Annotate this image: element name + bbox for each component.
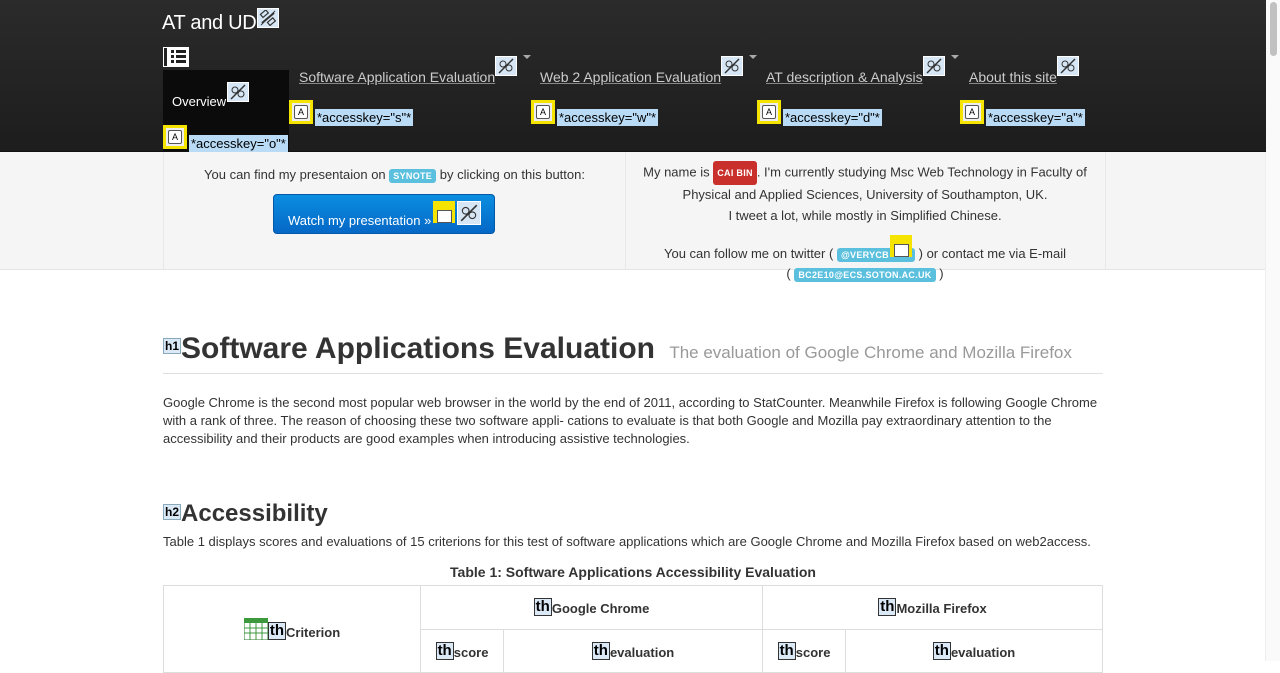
accesskey-label: *accesskey="s"* <box>315 109 414 126</box>
brand-label: AT and UD <box>162 12 257 34</box>
nav-item-label: Overview <box>172 94 227 109</box>
link-icon <box>1056 56 1079 76</box>
table-icon <box>243 617 269 641</box>
evaluation-table: th Criterion th Google Chrome th Mozilla Fi… <box>163 585 1103 673</box>
header-mozilla-firefox: th Mozilla Firefox <box>762 585 1103 630</box>
accesskey-hint-web2: A *accesskey="w"* <box>531 97 659 126</box>
link-icon <box>495 56 518 76</box>
external-link-icon <box>890 235 912 257</box>
name-badge: CAI BIN <box>713 161 757 185</box>
header-firefox-score: th score <box>762 628 846 673</box>
name-text: My name is CAI BIN. I'm currently studyi… <box>633 161 1097 205</box>
accesskey-label: *accesskey="o"* <box>189 135 288 152</box>
chevron-down-icon <box>749 55 758 60</box>
accesskey-hint-overview: A *accesskey="o"* <box>163 121 288 152</box>
nav-item-software-evaluation[interactable]: Software Application Evaluation <box>299 55 532 85</box>
accesskey-label: *accesskey="a"* <box>986 109 1085 126</box>
accesskey-label: *accesskey="d"* <box>783 109 882 126</box>
th-tag-label: th <box>591 641 610 660</box>
scrollbar-thumb[interactable] <box>1270 2 1277 56</box>
header-criterion: th Criterion <box>163 585 421 673</box>
keyboard-icon: A <box>757 99 781 124</box>
presentation-panel: You can find my presentaion on SYNOTE by… <box>163 151 626 269</box>
tweet-text: I tweet a lot, while mostly in Simplifie… <box>728 208 1002 223</box>
table-caption: Table 1: Software Applications Accessibi… <box>450 564 816 580</box>
th-tag-label: th <box>878 598 897 617</box>
keyboard-icon: A <box>960 99 984 124</box>
nav-item-about[interactable]: About this site <box>969 56 1079 85</box>
site-brand[interactable]: AT and UD <box>162 8 280 35</box>
follow-text: You can follow me on twitter ( @VERYCB )… <box>663 246 1066 262</box>
th-tag-label: th <box>777 641 796 660</box>
nav-item-label: Software Application Evaluation <box>299 69 496 85</box>
list-icon[interactable] <box>163 47 189 67</box>
th-tag-label: th <box>435 641 454 660</box>
chevron-down-icon <box>523 55 532 60</box>
top-navbar: AT and UD Overview A *accesskey="o"* Sof… <box>0 0 1266 152</box>
header-google-chrome: th Google Chrome <box>420 585 763 630</box>
synote-badge: SYNOTE <box>389 168 437 183</box>
hero-section: You can find my presentaion on SYNOTE by… <box>0 151 1266 282</box>
link-icon <box>227 82 249 102</box>
about-me-panel: My name is CAI BIN. I'm currently studyi… <box>625 151 1106 282</box>
keyboard-icon: A <box>531 99 555 124</box>
header-chrome-score: th score <box>420 628 504 673</box>
accesskey-hint-about: A *accesskey="a"* <box>960 97 1085 126</box>
keyboard-icon: A <box>289 99 313 124</box>
link-icon <box>721 56 744 76</box>
th-tag-label: th <box>267 622 286 640</box>
email-link[interactable]: BC2E10@ECS.SOTON.AC.UK <box>794 267 936 282</box>
chevron-down-icon <box>950 55 959 60</box>
nav-item-label: AT description & Analysis <box>766 69 923 85</box>
button-label: Watch my presentation » <box>288 213 432 228</box>
intro-paragraph: Google Chrome is the second most popular… <box>163 395 1098 446</box>
nav-item-at-description[interactable]: AT description & Analysis <box>766 55 959 85</box>
keyboard-icon: A <box>163 124 187 149</box>
nav-item-label: About this site <box>969 69 1057 85</box>
link-icon <box>457 201 481 225</box>
accesskey-hint-software: A *accesskey="s"* <box>289 97 414 126</box>
email-text: ( BC2E10@ECS.SOTON.AC.UK ) <box>786 266 944 282</box>
link-icon <box>257 8 280 28</box>
header-firefox-evaluation: th evaluation <box>845 628 1103 673</box>
th-tag-label: th <box>932 641 951 660</box>
presentation-text: You can find my presentaion on SYNOTE by… <box>204 167 585 183</box>
table-description: Table 1 displays scores and evaluations … <box>163 534 1091 549</box>
accesskey-hint-at: A *accesskey="d"* <box>757 97 882 126</box>
th-tag-label: th <box>533 598 552 617</box>
section-heading-accessibility: h2Accessibility <box>163 500 328 527</box>
heading-tag-label: h1 <box>163 338 182 355</box>
nav-item-label: Web 2 Application Evaluation <box>540 69 722 85</box>
nav-item-web2-evaluation[interactable]: Web 2 Application Evaluation <box>540 55 758 85</box>
external-link-icon <box>433 201 455 223</box>
header-chrome-evaluation: th evaluation <box>503 628 763 673</box>
accesskey-label: *accesskey="w"* <box>557 109 659 126</box>
page-scrollbar[interactable] <box>1265 0 1280 661</box>
heading-tag-label: h2 <box>163 503 182 520</box>
watch-presentation-button[interactable]: Watch my presentation » <box>273 194 495 234</box>
link-icon <box>922 56 945 76</box>
page-subtitle: The evaluation of Google Chrome and Mozi… <box>669 343 1072 362</box>
page-title: h1Software Applications Evaluation The e… <box>163 332 1103 374</box>
